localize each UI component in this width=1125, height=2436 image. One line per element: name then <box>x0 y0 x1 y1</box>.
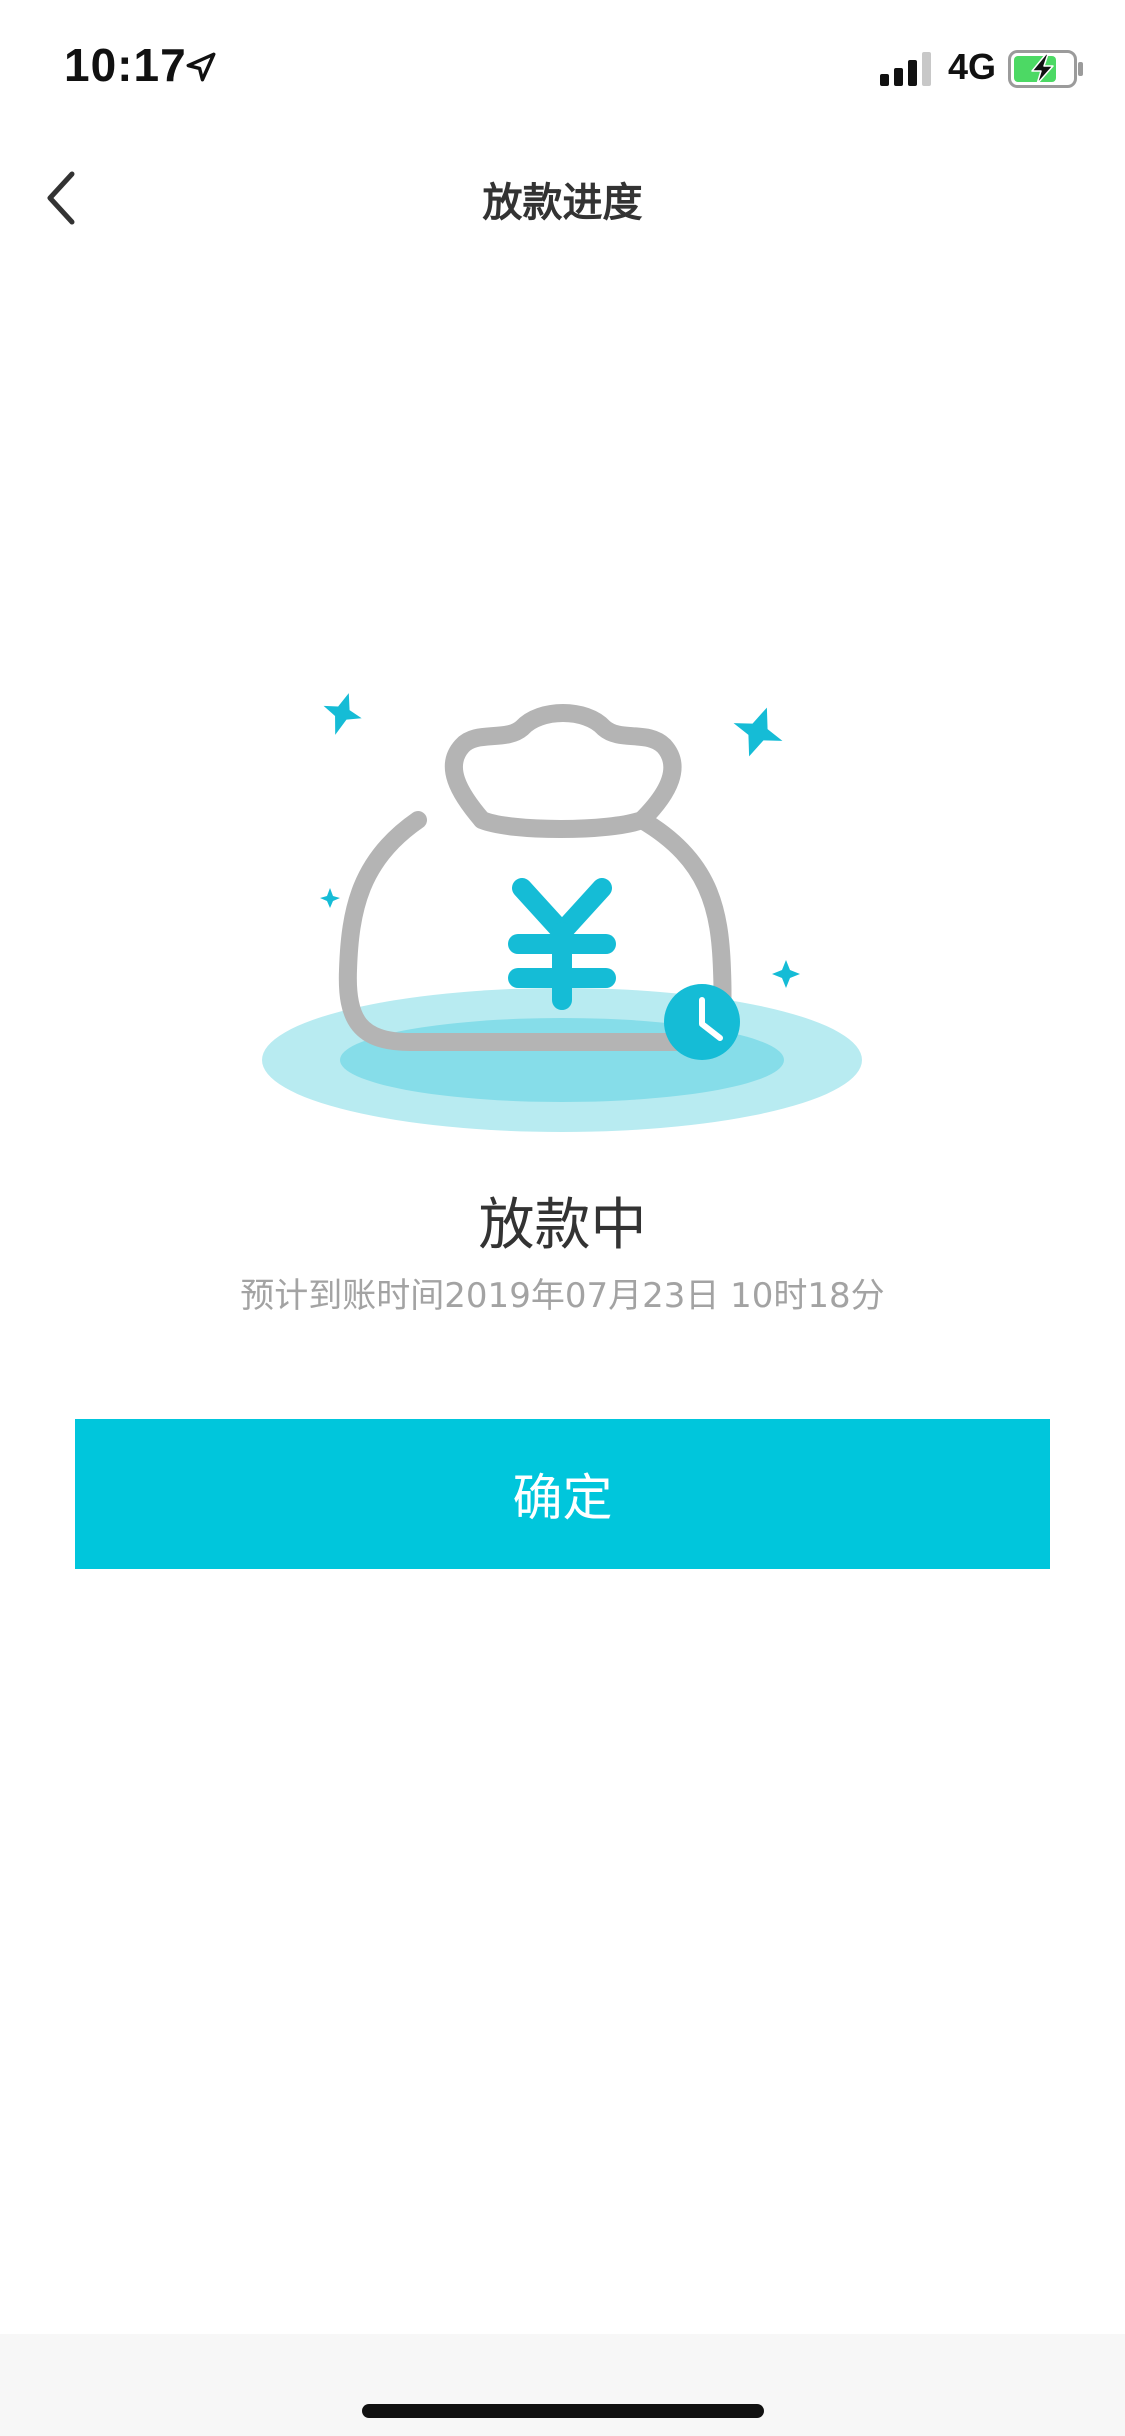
estimated-arrival-time: 预计到账时间2019年07月23日 10时18分 <box>240 1276 885 1316</box>
home-indicator[interactable] <box>362 2404 764 2418</box>
status-title: 放款中 <box>478 1193 647 1258</box>
network-type: 4G <box>948 46 997 87</box>
signal-bars-icon <box>880 52 931 86</box>
status-time: 10:17 <box>64 39 187 91</box>
confirm-button[interactable]: 确定 <box>75 1419 1050 1569</box>
location-arrow-icon <box>186 52 216 82</box>
money-bag-yuan-icon <box>262 693 862 1132</box>
home-indicator-area <box>0 2334 1125 2436</box>
navigation-bar: 放款进度 <box>0 132 1125 264</box>
page-title: 放款进度 <box>482 180 643 226</box>
battery-charging-icon <box>1008 50 1083 88</box>
status-bar: 10:17 4G <box>0 0 1125 132</box>
clock-icon <box>664 984 740 1060</box>
